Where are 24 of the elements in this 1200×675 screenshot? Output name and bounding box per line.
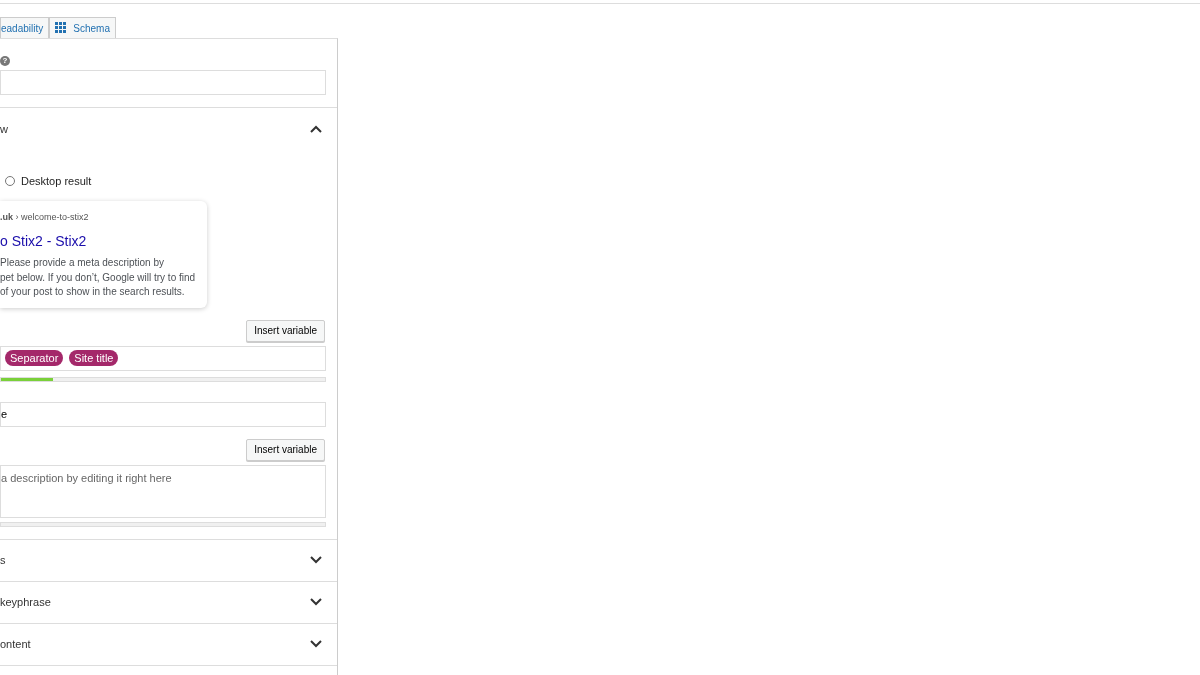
- description-field[interactable]: a description by editing it right here: [0, 464, 326, 518]
- chevron-icon[interactable]: [310, 125, 322, 133]
- help-icon[interactable]: ?: [0, 55, 10, 66]
- breadcrumb: .uk › welcome-to-stix2: [0, 212, 90, 222]
- title-field[interactable]: Separator Site title: [0, 345, 326, 371]
- section-heading[interactable]: w: [0, 123, 8, 135]
- preview-title[interactable]: o Stix2 - Stix2: [0, 233, 199, 249]
- tab[interactable]: eadability: [0, 17, 50, 38]
- section-heading[interactable]: ontent: [0, 638, 31, 650]
- chevron-icon[interactable]: [310, 598, 322, 606]
- input-field[interactable]: [0, 70, 326, 95]
- insert-variable-button[interactable]: Insert variable: [246, 438, 325, 461]
- preview-description: Please provide a meta description by pet below. If you don’t, Google will try to find of your post to show in the search results.: [0, 256, 197, 299]
- slug-field[interactable]: e: [0, 401, 326, 427]
- radio-label: Desktop result: [21, 174, 92, 187]
- chevron-icon[interactable]: [310, 640, 322, 648]
- chevron-icon[interactable]: [310, 556, 322, 564]
- grid-icon: [55, 22, 68, 34]
- variable-tag[interactable]: Separator: [5, 350, 64, 366]
- insert-variable-button[interactable]: Insert variable: [246, 319, 325, 342]
- variable-tag[interactable]: Site title: [69, 350, 119, 366]
- section-heading[interactable]: keyphrase: [0, 596, 51, 608]
- section-heading[interactable]: s: [0, 554, 6, 566]
- tab[interactable]: Schema: [49, 17, 116, 38]
